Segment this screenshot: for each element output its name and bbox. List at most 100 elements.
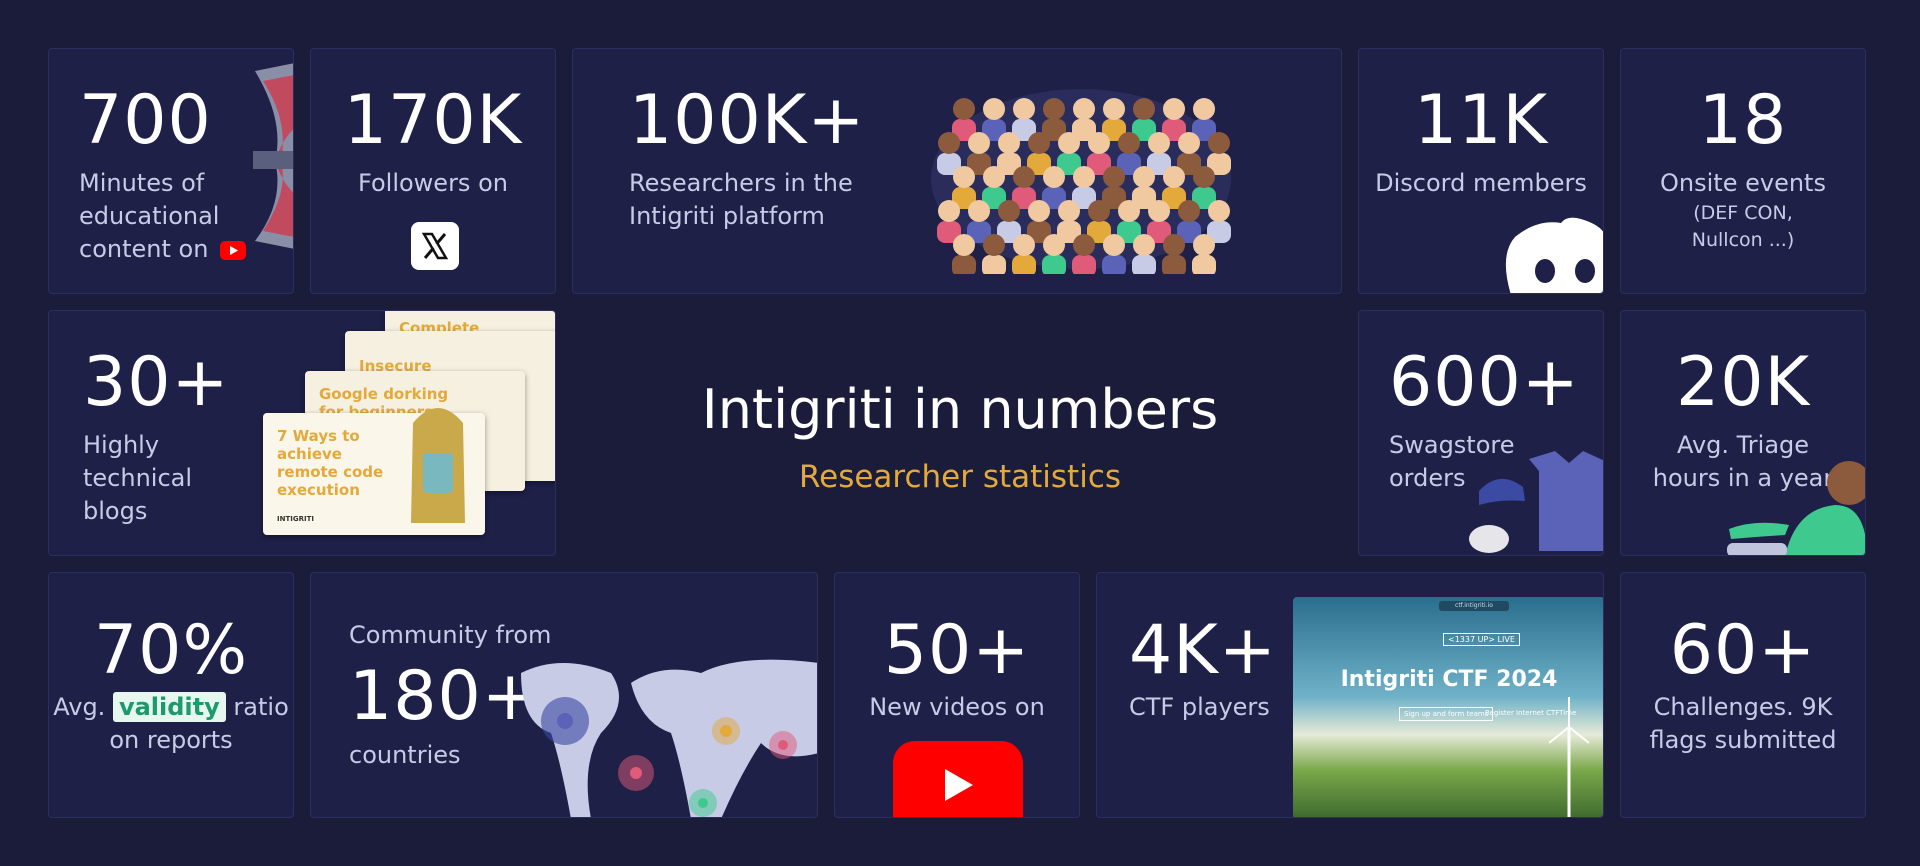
stat-tile-validity: 70% Avg. validity ratio on reports <box>48 572 294 818</box>
ctf-badge: <1337 UP> LIVE <box>1443 633 1520 646</box>
researcher-head <box>953 98 975 120</box>
researcher-head <box>1073 98 1095 120</box>
researcher-head <box>1088 132 1110 154</box>
stat-label: Discord members <box>1375 169 1587 197</box>
researcher-head <box>1088 200 1110 222</box>
researcher-head <box>1073 166 1095 188</box>
discord-icon <box>1505 217 1603 293</box>
researcher-head <box>1103 166 1125 188</box>
researcher-figure <box>1132 255 1156 274</box>
researcher-head <box>983 234 1005 256</box>
researcher-head <box>998 200 1020 222</box>
researcher-figure <box>1192 255 1216 274</box>
researcher-head <box>968 200 990 222</box>
researcher-head <box>968 132 990 154</box>
researcher-figure <box>1012 255 1036 274</box>
blog-card[interactable]: 7 Ways to achieve remote code execution … <box>263 408 485 535</box>
page-subtitle: Researcher statistics <box>798 459 1122 495</box>
stat-value: 180+ <box>349 657 540 736</box>
stat-label: Highly technical blogs <box>83 431 193 525</box>
stat-label: New videos on <box>869 693 1045 721</box>
stat-label: Researchers in the Intigriti platform <box>629 169 853 230</box>
ctf-button-signup[interactable]: Sign up and form teams <box>1399 707 1494 721</box>
stat-label: countries <box>349 741 461 769</box>
stat-label: Onsite events <box>1660 169 1826 197</box>
validity-highlight: validity <box>112 692 226 722</box>
page-title: Intigriti in numbers <box>701 378 1219 441</box>
researcher-head <box>1133 166 1155 188</box>
researcher-figure <box>1102 255 1126 274</box>
stat-value: 18 <box>1698 81 1788 160</box>
researcher-head <box>1013 166 1035 188</box>
researcher-head <box>1058 132 1080 154</box>
stat-tile-triage: 20K Avg. Triage hours in a year <box>1620 310 1866 556</box>
researcher-head <box>1208 132 1230 154</box>
card-brand: INTIGRITI <box>277 515 314 523</box>
researcher-head <box>1208 200 1230 222</box>
researcher-figure <box>1042 255 1066 274</box>
windmill-illustration <box>1549 697 1589 817</box>
researcher-head <box>1058 200 1080 222</box>
stat-value: 700 <box>79 81 212 160</box>
researcher-head <box>1193 166 1215 188</box>
stat-tile-followers: 170K Followers on <box>310 48 556 294</box>
researcher-head <box>1163 98 1185 120</box>
stat-tile-videos: 50+ New videos on <box>834 572 1080 818</box>
researcher-head <box>1043 98 1065 120</box>
stat-value: 20K <box>1675 343 1811 422</box>
researcher-figure <box>1162 255 1186 274</box>
researcher-head <box>953 166 975 188</box>
stat-label: Minutes of educational content on <box>79 167 247 266</box>
researcher-figure <box>982 255 1006 274</box>
researcher-head <box>1103 234 1125 256</box>
researcher-head <box>1028 200 1050 222</box>
researcher-head <box>1178 132 1200 154</box>
stat-label: Avg. validity ratio on reports <box>53 692 289 754</box>
stat-label: Followers on <box>358 169 508 197</box>
ctf-title: Intigriti CTF 2024 <box>1340 667 1558 692</box>
ctf-url-bar: ctf.intigriti.io <box>1439 601 1509 611</box>
researcher-head <box>938 132 960 154</box>
researcher-head <box>983 98 1005 120</box>
stat-tile-researchers: 100K+ Researchers in the Intigriti platf… <box>572 48 1342 294</box>
youtube-icon <box>220 240 247 260</box>
researcher-head <box>938 200 960 222</box>
researcher-head <box>1013 234 1035 256</box>
swag-illustration <box>1469 451 1603 553</box>
researcher-head <box>1148 132 1170 154</box>
stat-tile-ctf: 4K+ CTF players ctf.intigriti.io <1337 U… <box>1096 572 1604 818</box>
researcher-head <box>1133 234 1155 256</box>
stat-tile-community: Community from 180+ countries <box>310 572 818 818</box>
stat-tile-blogs: 30+ Highly technical blogs Complete guid… <box>48 310 556 556</box>
researcher-head <box>1193 98 1215 120</box>
researcher-head <box>1163 166 1185 188</box>
researcher-head <box>998 132 1020 154</box>
triage-person-illustration <box>1727 461 1865 555</box>
researchers-crowd-illustration <box>931 89 1231 274</box>
researcher-figure <box>952 255 976 274</box>
stat-value: 11K <box>1413 81 1549 160</box>
researcher-head <box>1133 98 1155 120</box>
stat-value: 30+ <box>83 343 230 422</box>
stat-tile-youtube-content: 700 Minutes of educational content on <box>48 48 294 294</box>
stat-tile-onsite: 18 Onsite events (DEF CON, Nullcon ...) <box>1620 48 1866 294</box>
ctf-screenshot[interactable]: ctf.intigriti.io <1337 UP> LIVE Intigrit… <box>1293 597 1603 817</box>
researcher-figure <box>1072 255 1096 274</box>
stat-value: 50+ <box>883 611 1031 690</box>
researcher-head <box>1073 234 1095 256</box>
researcher-head <box>1163 234 1185 256</box>
stat-value: 170K <box>343 81 523 160</box>
x-logo-icon[interactable] <box>411 222 459 270</box>
stat-value: 600+ <box>1389 343 1580 422</box>
youtube-icon[interactable] <box>893 741 1023 818</box>
researcher-head <box>1103 98 1125 120</box>
researcher-head <box>1028 132 1050 154</box>
stat-label: CTF players <box>1129 693 1270 721</box>
stat-value: 70% <box>93 611 249 690</box>
stat-tile-challenges: 60+ Challenges. 9K flags submitted <box>1620 572 1866 818</box>
researcher-head <box>1013 98 1035 120</box>
researcher-head <box>1118 200 1140 222</box>
stat-tile-swagstore: 600+ Swagstore orders <box>1358 310 1604 556</box>
researcher-head <box>983 166 1005 188</box>
backpack-illustration <box>411 408 465 523</box>
